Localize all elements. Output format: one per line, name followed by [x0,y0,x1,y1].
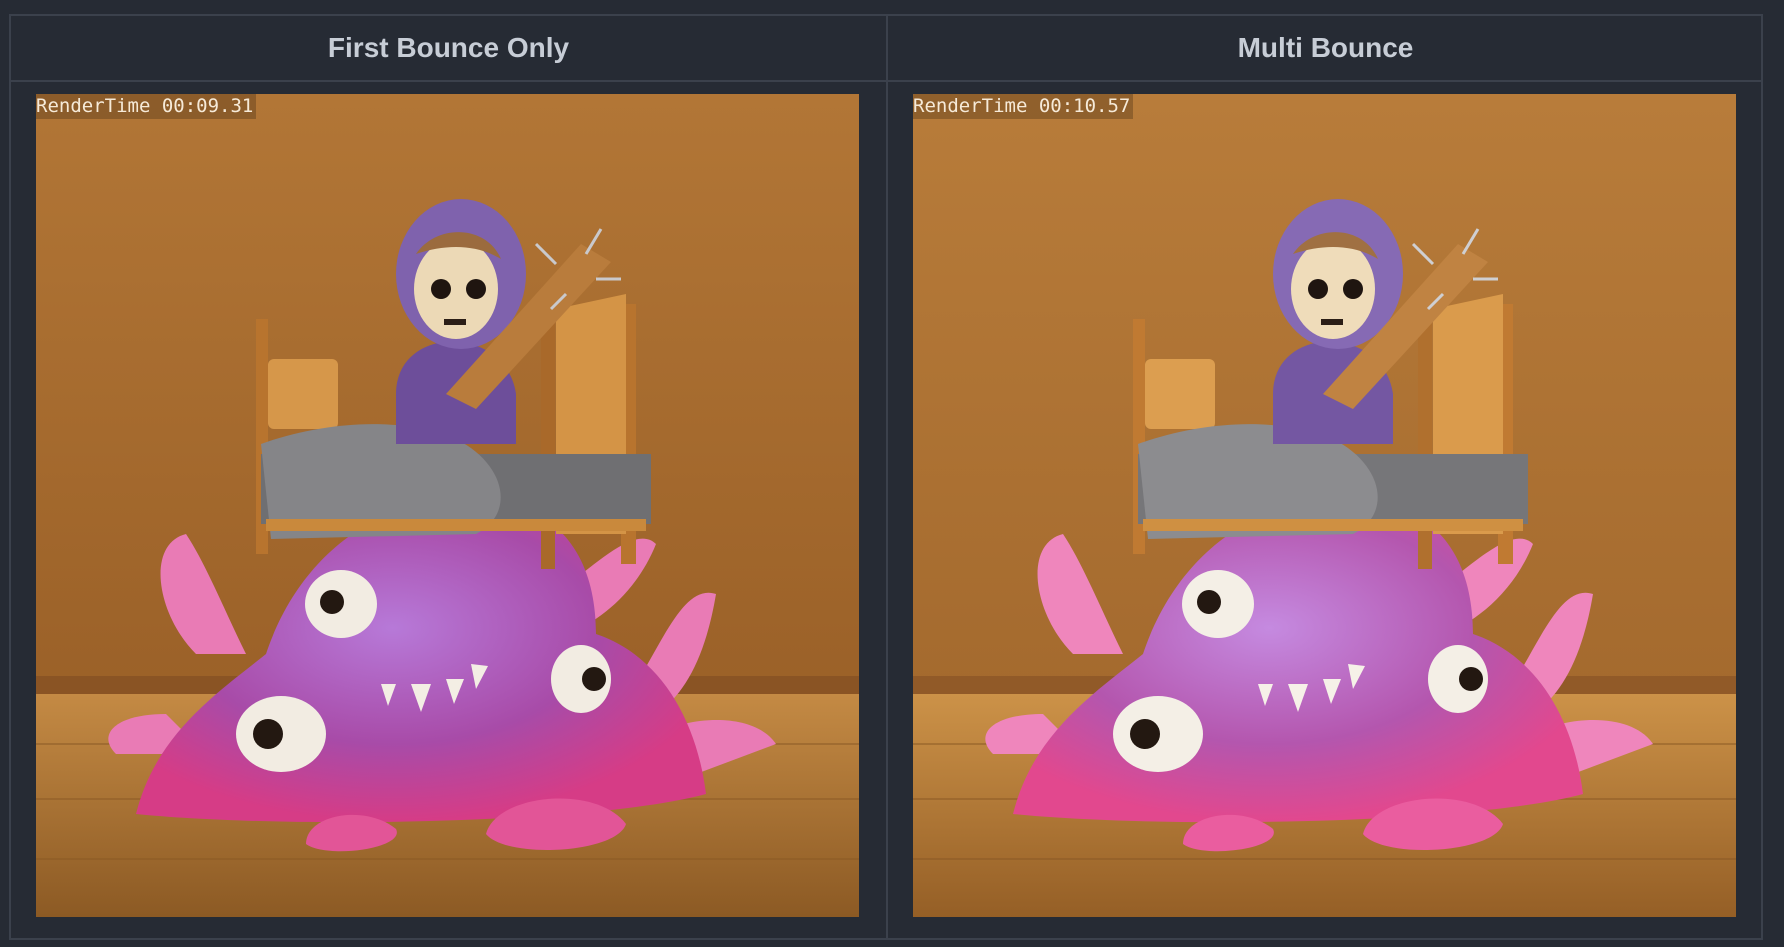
column-header-multi-bounce: Multi Bounce [888,16,1763,82]
render-image-multi-bounce: RenderTime 00:10.57 [913,94,1736,917]
render-scene [913,94,1736,917]
comparison-table: First Bounce Only Multi Bounce RenderTim… [9,14,1763,940]
column-header-first-bounce: First Bounce Only [11,16,888,82]
cell-first-bounce: RenderTime 00:09.31 [11,82,888,938]
render-time-label: RenderTime 00:09.31 [36,94,257,119]
render-image-first-bounce: RenderTime 00:09.31 [36,94,859,917]
cell-multi-bounce: RenderTime 00:10.57 [888,82,1763,938]
render-time-label: RenderTime 00:10.57 [913,94,1134,119]
render-scene [36,94,859,917]
